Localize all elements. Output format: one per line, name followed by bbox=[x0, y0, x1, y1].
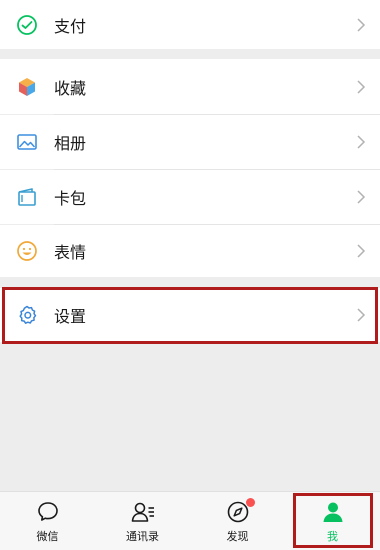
contacts-icon bbox=[130, 499, 156, 525]
chevron-right-icon bbox=[357, 308, 366, 322]
notification-badge-dot bbox=[245, 498, 255, 507]
menu-item-settings-label: 设置 bbox=[54, 307, 87, 326]
bottom-tab-bar: 微信 通讯录 发现 我 bbox=[0, 491, 380, 550]
album-image-icon bbox=[15, 130, 39, 154]
chat-bubble-icon bbox=[35, 499, 61, 525]
menu-item-cards-label: 卡包 bbox=[54, 189, 87, 208]
chevron-right-icon bbox=[357, 135, 366, 149]
smiley-face-icon bbox=[15, 239, 39, 263]
chevron-right-icon bbox=[357, 190, 366, 204]
menu-item-pay-label: 支付 bbox=[54, 16, 87, 36]
menu-item-settings[interactable]: 设置 bbox=[0, 288, 380, 342]
menu-item-stickers-label: 表情 bbox=[54, 243, 87, 262]
menu-item-album[interactable]: 相册 bbox=[0, 115, 380, 169]
card-wallet-icon bbox=[15, 185, 39, 209]
menu-item-pay[interactable]: 支付 bbox=[0, 0, 380, 49]
chevron-right-icon bbox=[357, 244, 366, 258]
tab-chats-label: 微信 bbox=[36, 530, 59, 543]
gear-icon bbox=[15, 303, 39, 327]
chevron-right-icon bbox=[357, 79, 366, 94]
person-icon bbox=[320, 499, 346, 525]
chevron-right-icon bbox=[357, 17, 366, 32]
menu-item-cards[interactable]: 卡包 bbox=[0, 170, 380, 224]
tab-me-label: 我 bbox=[327, 530, 338, 543]
tab-chats[interactable]: 微信 bbox=[0, 492, 95, 550]
tab-me[interactable]: 我 bbox=[285, 492, 380, 550]
tab-discover-label: 发现 bbox=[226, 530, 249, 543]
menu-item-stickers[interactable]: 表情 bbox=[0, 225, 380, 277]
tab-discover[interactable]: 发现 bbox=[190, 492, 285, 550]
pay-icon bbox=[15, 13, 39, 37]
compass-icon bbox=[225, 498, 255, 525]
tab-contacts-label: 通讯录 bbox=[126, 530, 159, 543]
tab-contacts[interactable]: 通讯录 bbox=[95, 492, 190, 550]
menu-item-album-label: 相册 bbox=[54, 134, 87, 153]
menu-item-favorites-label: 收藏 bbox=[54, 78, 87, 98]
menu-item-favorites[interactable]: 收藏 bbox=[0, 59, 380, 114]
favorites-cube-icon bbox=[15, 75, 39, 99]
